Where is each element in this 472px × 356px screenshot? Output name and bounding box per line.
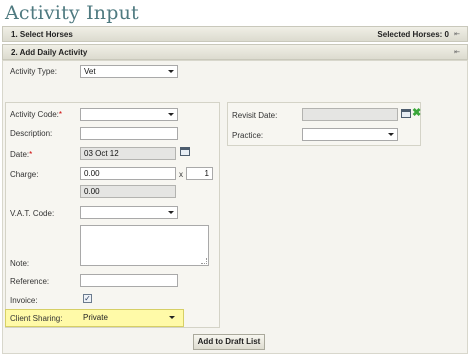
add-to-draft-list-button[interactable]: Add to Draft List <box>193 334 265 350</box>
client-sharing-label: Client Sharing: <box>10 314 63 323</box>
activity-type-value: Vet <box>84 67 96 76</box>
vat-code-select[interactable] <box>80 206 178 219</box>
invoice-label: Invoice: <box>10 296 38 305</box>
section-add-daily-activity-label: 2. Add Daily Activity <box>11 48 88 57</box>
required-marker: * <box>58 110 63 119</box>
date-input[interactable]: 03 Oct 12 <box>80 147 176 160</box>
chevron-down-icon <box>169 316 175 319</box>
charge-label: Charge: <box>10 170 39 179</box>
chevron-down-icon <box>168 211 174 214</box>
section-select-horses-label: 1. Select Horses <box>11 30 73 39</box>
chevron-down-icon <box>168 113 174 116</box>
reference-label: Reference: <box>10 277 50 286</box>
required-marker: * <box>29 150 33 159</box>
charge-input[interactable]: 0.00 <box>80 167 176 180</box>
clear-x-icon[interactable]: ✖ <box>412 108 421 119</box>
activity-code-select[interactable] <box>80 108 178 121</box>
practice-select[interactable] <box>302 128 398 141</box>
note-label: Note: <box>10 259 30 268</box>
collapse-icon[interactable]: ⇤ <box>453 31 461 38</box>
revisit-date-input[interactable] <box>302 108 398 121</box>
description-input[interactable] <box>80 127 178 140</box>
revisit-date-label: Revisit Date: <box>232 111 278 120</box>
multiplier-symbol: x <box>179 170 183 179</box>
description-label: Description: <box>10 129 53 138</box>
activity-type-label: Activity Type: <box>10 67 57 76</box>
reference-input[interactable] <box>80 274 178 287</box>
calendar-icon[interactable] <box>180 147 190 156</box>
calendar-icon[interactable] <box>401 109 411 118</box>
activity-type-select[interactable]: Vet <box>80 65 178 78</box>
date-label: Date:* <box>10 150 33 159</box>
section-add-daily-activity-header[interactable]: 2. Add Daily Activity ⇤ <box>2 44 468 60</box>
chevron-down-icon <box>388 133 394 136</box>
chevron-down-icon <box>168 70 174 73</box>
collapse-icon[interactable]: ⇤ <box>453 49 461 56</box>
practice-label: Practice: <box>232 131 264 140</box>
vat-code-label: V.A.T. Code: <box>10 209 55 218</box>
selected-horses-count: Selected Horses: 0 <box>377 30 449 39</box>
client-sharing-value: Private <box>83 313 108 322</box>
page-title: Activity Input <box>5 2 139 24</box>
charge-total-field: 0.00 <box>80 185 176 198</box>
resize-handle[interactable] <box>201 258 207 264</box>
activity-code-label: Activity Code:* <box>10 110 63 119</box>
invoice-checkbox[interactable]: ✓ <box>83 294 92 303</box>
quantity-input[interactable]: 1 <box>186 167 213 180</box>
client-sharing-select[interactable]: Private <box>80 311 178 324</box>
section-select-horses-header[interactable]: 1. Select Horses Selected Horses: 0 ⇤ <box>2 26 468 42</box>
note-textarea[interactable] <box>80 225 209 266</box>
